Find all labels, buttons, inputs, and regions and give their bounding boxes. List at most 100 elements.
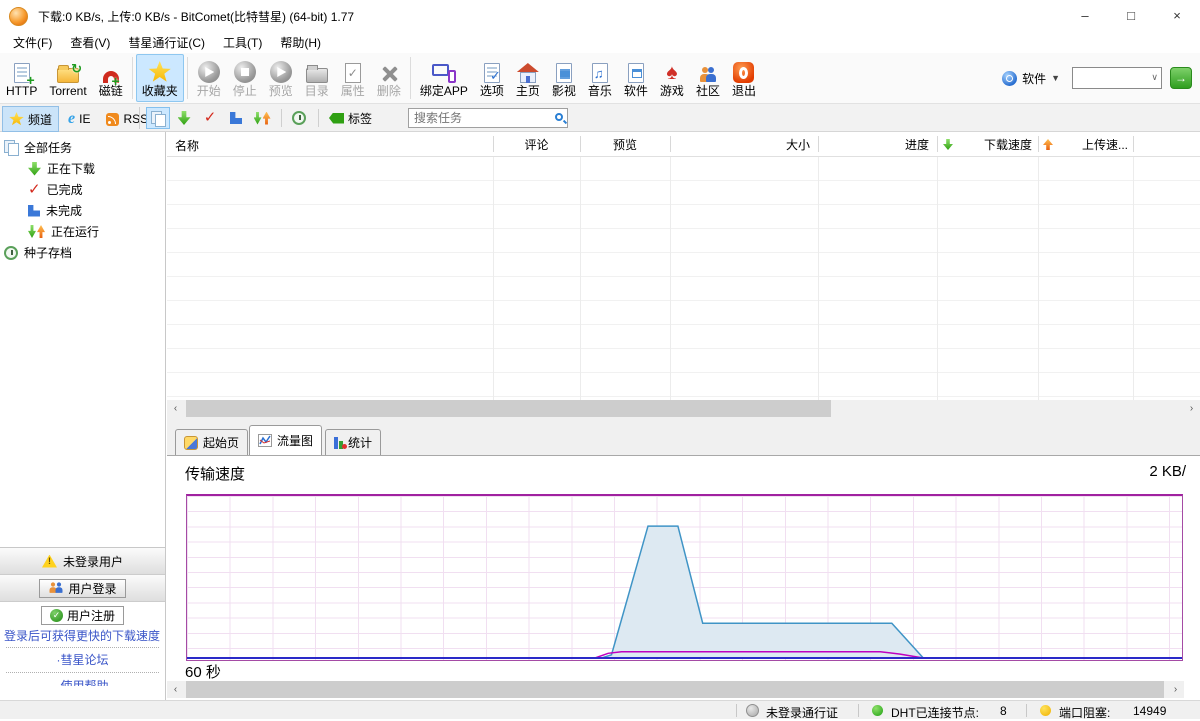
task-search-input[interactable]: [409, 109, 543, 127]
passport-status[interactable]: 未登录通行证: [766, 704, 838, 721]
add-magnet-button[interactable]: + 磁链: [93, 54, 129, 102]
tab-ie[interactable]: e IE: [61, 106, 97, 132]
scroll-right-icon[interactable]: ›: [1183, 400, 1200, 417]
games-button[interactable]: ♠ 游戏: [654, 54, 690, 102]
exit-icon: [733, 59, 754, 83]
options-button[interactable]: ✓ 选项: [474, 54, 510, 102]
partial-link[interactable]: ·使用帮助: [0, 677, 165, 686]
combobox-chevron-icon: ∨: [1151, 72, 1158, 83]
community-button[interactable]: 社区: [690, 54, 726, 102]
tab-statistics[interactable]: 统计: [325, 429, 381, 455]
options-icon: ✓: [484, 59, 500, 83]
pages-icon: [151, 111, 165, 126]
music-button[interactable]: ♫ 音乐: [582, 54, 618, 102]
exit-button[interactable]: 退出: [726, 54, 762, 102]
bind-app-button[interactable]: 绑定APP: [414, 54, 474, 102]
search-engine-label: 软件: [1022, 70, 1046, 87]
passport-globe-icon: [746, 704, 759, 717]
traffic-graph-pane: 传输速度 2 KB/ 60 秒: [167, 455, 1200, 681]
dht-status-label[interactable]: DHT已连接节点:: [891, 704, 979, 721]
download-arrow-icon: [943, 139, 953, 150]
properties-button[interactable]: ✓ 属性: [335, 54, 371, 102]
favorites-button[interactable]: 收藏夹: [136, 54, 184, 102]
window-title: 下载:0 KB/s, 上传:0 KB/s - BitComet(比特彗星) (6…: [38, 8, 354, 25]
start-button[interactable]: 开始: [191, 54, 227, 102]
people-icon: [48, 580, 64, 596]
web-search-combobox[interactable]: ∨: [1072, 67, 1162, 89]
movies-icon: [556, 59, 572, 83]
scroll-right-icon[interactable]: ›: [1167, 681, 1184, 698]
tab-start-page[interactable]: 起始页: [175, 429, 248, 455]
tree-active[interactable]: 正在运行: [0, 221, 165, 242]
column-size[interactable]: 大小: [670, 132, 818, 157]
open-torrent-button[interactable]: ↻ Torrent: [43, 54, 92, 102]
user-login-button[interactable]: 用户登录: [39, 579, 125, 598]
scroll-left-icon[interactable]: ‹: [167, 400, 184, 417]
hscroll-thumb[interactable]: [186, 681, 1164, 698]
tree-all-tasks[interactable]: 全部任务: [0, 137, 165, 158]
check-icon: ✓: [28, 183, 41, 197]
dotted-separator: [6, 672, 159, 673]
http-task-icon: +: [14, 59, 30, 83]
tab-traffic-graph[interactable]: 流量图: [249, 425, 322, 455]
traffic-chart-svg: [187, 496, 1182, 660]
web-search-group: 软件 ▼ ∨ →: [998, 53, 1192, 103]
homepage-button[interactable]: 主页: [510, 54, 546, 102]
filter-finished-button[interactable]: ✓: [198, 107, 222, 129]
login-button-row: 用户登录: [0, 575, 165, 602]
bottom-pane-hscrollbar[interactable]: ‹ ›: [167, 681, 1184, 698]
preview-button[interactable]: 预览: [263, 54, 299, 102]
channel-star-icon: [9, 112, 24, 126]
user-register-button[interactable]: ✓ 用户注册: [41, 606, 124, 625]
tag-filter-button[interactable]: 标签: [324, 107, 377, 129]
column-name[interactable]: 名称: [175, 137, 199, 154]
scroll-left-icon[interactable]: ‹: [167, 681, 184, 698]
tree-downloading[interactable]: 正在下载: [0, 158, 165, 179]
filter-active-button[interactable]: [250, 107, 274, 129]
delete-button[interactable]: 删除: [371, 54, 407, 102]
tab-channels[interactable]: 频道: [2, 106, 59, 132]
open-directory-button[interactable]: 目录: [299, 54, 335, 102]
menu-help[interactable]: 帮助(H): [271, 31, 330, 54]
bitcomet-logo-icon: [9, 7, 28, 26]
incomplete-icon: [230, 112, 242, 124]
column-comments[interactable]: 评论: [493, 132, 580, 157]
tree-finished[interactable]: ✓ 已完成: [0, 179, 165, 200]
tree-torrent-archive[interactable]: 种子存档: [0, 242, 165, 263]
port-status-dot-icon: [1040, 705, 1051, 716]
tree-incomplete[interactable]: 未完成: [0, 200, 165, 221]
forum-link[interactable]: ·彗星论坛: [0, 651, 165, 668]
search-engine-selector[interactable]: 软件 ▼: [998, 68, 1064, 89]
software-button[interactable]: 软件: [618, 54, 654, 102]
menu-view[interactable]: 查看(V): [61, 31, 119, 54]
task-list-body[interactable]: [167, 157, 1200, 400]
add-http-task-button[interactable]: + HTTP: [0, 54, 43, 102]
chart-scale-label: 2 KB/: [1149, 463, 1186, 480]
pages-icon: [4, 140, 18, 155]
search-go-button[interactable]: →: [1170, 67, 1192, 89]
maximize-button[interactable]: □: [1108, 0, 1154, 31]
menu-tools[interactable]: 工具(T): [214, 31, 271, 54]
task-list-hscrollbar[interactable]: ‹ ›: [167, 400, 1200, 417]
hscroll-thumb[interactable]: [186, 400, 831, 417]
filter-incomplete-button[interactable]: [224, 107, 248, 129]
people-icon: [700, 59, 716, 83]
filter-separator: [281, 109, 282, 127]
column-progress[interactable]: 进度: [818, 132, 937, 157]
menu-passport[interactable]: 彗星通行证(C): [119, 31, 214, 54]
column-preview[interactable]: 预览: [580, 132, 670, 157]
torrent-archive-button[interactable]: [287, 107, 311, 129]
close-button[interactable]: ×: [1154, 0, 1200, 31]
column-download-speed[interactable]: 下载速度: [937, 132, 1038, 157]
port-status-label[interactable]: 端口阻塞:: [1059, 704, 1110, 721]
movies-button[interactable]: 影视: [546, 54, 582, 102]
properties-icon: ✓: [345, 59, 361, 83]
filter-all-tasks-button[interactable]: [146, 107, 170, 129]
filter-downloading-button[interactable]: [172, 107, 196, 129]
column-upload-speed[interactable]: 上传速...: [1038, 132, 1133, 157]
updown-arrows-icon: [254, 112, 271, 125]
stop-button[interactable]: 停止: [227, 54, 263, 102]
chart-time-window-label: 60 秒: [185, 661, 221, 682]
menu-file[interactable]: 文件(F): [4, 31, 61, 54]
minimize-button[interactable]: –: [1062, 0, 1108, 31]
